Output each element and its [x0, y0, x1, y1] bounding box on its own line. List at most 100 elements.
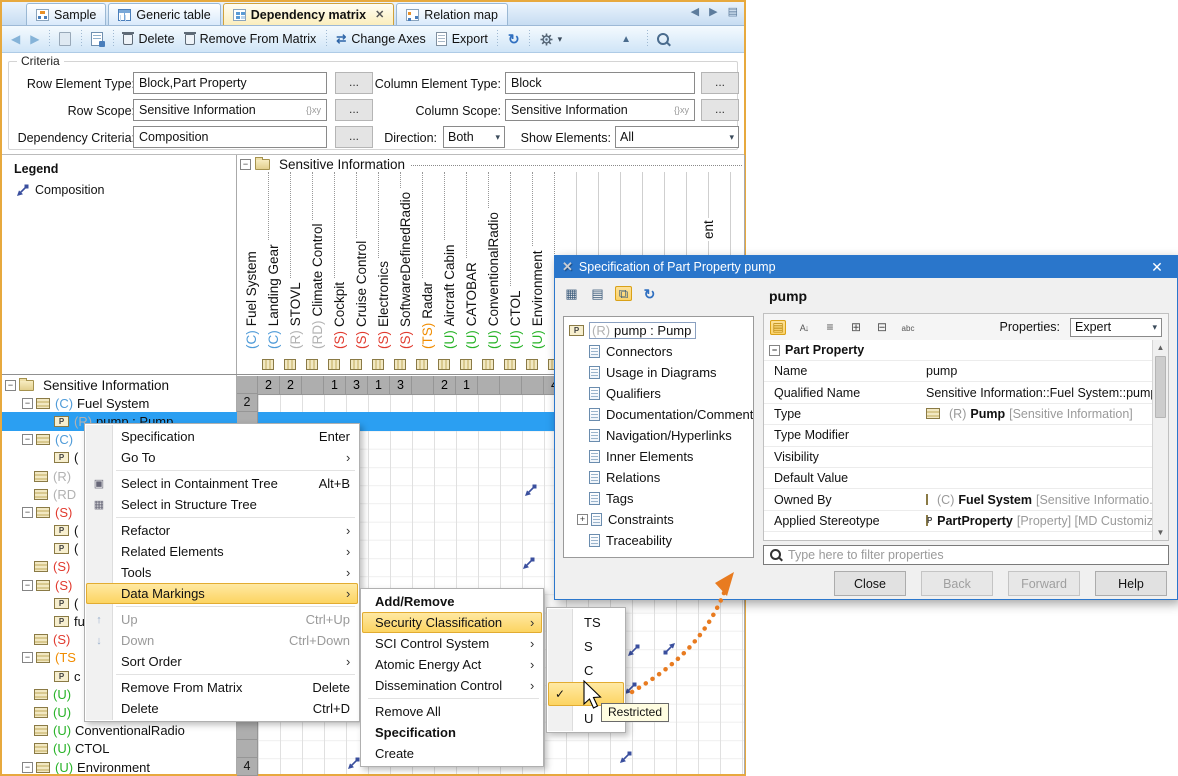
collapse-all-icon[interactable] [874, 320, 890, 335]
stack-view-icon[interactable] [615, 286, 632, 301]
expander-icon[interactable]: − [22, 507, 33, 518]
show-elements-select[interactable]: All▾ [615, 126, 739, 148]
dependency-criteria-browse-button[interactable]: ... [335, 126, 373, 148]
composition-arrow-icon[interactable] [663, 642, 676, 655]
search-button[interactable] [652, 30, 674, 48]
submenu-item[interactable]: Add/Remove [362, 591, 542, 612]
submenu-item[interactable]: Remove All [362, 701, 542, 722]
vertical-scrollbar[interactable]: ▲ ▼ [1152, 340, 1168, 540]
matrix-row[interactable]: − (C) Fuel System [2, 394, 236, 412]
property-value[interactable]: (C) Fuel System [Sensitive Informatio... [926, 493, 1153, 507]
property-row[interactable]: Owned By (C) Fuel System [Sensitive Info… [764, 489, 1153, 510]
dialog-tree-item[interactable]: Relations [564, 467, 753, 488]
context-menu-item[interactable]: Refactor › [86, 520, 358, 541]
dialog-tree-item[interactable]: Navigation/Hyperlinks [564, 425, 753, 446]
back-button[interactable]: ◀ [6, 29, 25, 49]
row-scope-browse-button[interactable]: ... [335, 99, 373, 121]
export-button[interactable]: Export [431, 29, 493, 49]
tab-scroll-left-icon[interactable]: ◀ [691, 5, 699, 18]
change-axes-button[interactable]: ⇄Change Axes [331, 29, 430, 49]
expander-icon[interactable]: − [5, 380, 16, 391]
dialog-tree-item[interactable]: + Constraints [564, 509, 753, 530]
dialog-tree-item[interactable]: Connectors [564, 341, 753, 362]
context-menu-item[interactable]: Delete Ctrl+D [86, 698, 358, 719]
row-scope-field[interactable]: Sensitive Information{}xy [133, 99, 327, 121]
row-element-type-field[interactable]: Block,Part Property [133, 72, 327, 94]
options-button[interactable]: ▾ [535, 30, 568, 49]
matrix-row[interactable]: (U) ConventionalRadio [2, 722, 236, 740]
document-tab[interactable]: Generic table [108, 3, 220, 25]
expander-icon[interactable]: − [22, 434, 33, 445]
delete-button[interactable]: Delete [118, 29, 179, 49]
property-row[interactable]: Applied Stereotype PartProperty [Propert… [764, 511, 1153, 532]
paste-button[interactable] [54, 29, 76, 49]
collapse-expander-icon[interactable]: − [769, 345, 780, 356]
scroll-up-icon[interactable]: ▲ [1153, 340, 1168, 355]
property-group-header[interactable]: − Part Property [764, 340, 1153, 361]
expander-icon[interactable]: − [22, 652, 33, 663]
context-menu-item[interactable]: Remove From Matrix Delete [86, 677, 358, 698]
row-element-type-browse-button[interactable]: ... [335, 72, 373, 94]
composition-arrow-icon[interactable] [627, 644, 640, 657]
direction-select[interactable]: Both▾ [443, 126, 505, 148]
column-scope-field[interactable]: Sensitive Information{}xy [505, 99, 695, 121]
property-value[interactable]: (R) Pump [Sensitive Information] [926, 407, 1153, 421]
dialog-button[interactable]: Back [921, 571, 993, 596]
close-icon[interactable]: ✕ [375, 8, 384, 21]
composition-arrow-icon[interactable] [522, 557, 535, 570]
expander-icon[interactable]: − [22, 762, 33, 773]
containment-view-icon[interactable] [589, 286, 606, 301]
collapse-criteria-button[interactable]: ▲ [616, 31, 636, 48]
property-row[interactable]: Name pump [764, 361, 1153, 382]
table-view-icon[interactable] [563, 286, 580, 301]
dialog-tree-item[interactable]: Traceability [564, 530, 753, 551]
expander-icon[interactable]: − [22, 580, 33, 591]
classification-menu-item[interactable]: C [548, 658, 624, 682]
classification-menu-item[interactable]: S [548, 634, 624, 658]
tab-list-icon[interactable]: ▤ [728, 5, 738, 18]
refresh-button[interactable]: ↻ [503, 30, 525, 48]
dependency-criteria-field[interactable]: Composition [133, 126, 327, 148]
remove-from-matrix-button[interactable]: Remove From Matrix [180, 29, 322, 49]
filter-properties-input[interactable] [763, 545, 1169, 565]
sort-alphabetically-icon[interactable] [796, 320, 812, 335]
tab-scroll-right-icon[interactable]: ▶ [709, 5, 717, 18]
dialog-tree-item[interactable]: Inner Elements [564, 446, 753, 467]
composition-arrow-icon[interactable] [524, 484, 537, 497]
context-menu-item[interactable]: Go To › [86, 447, 358, 468]
dialog-tree-item[interactable]: Usage in Diagrams [564, 362, 753, 383]
property-value[interactable]: PartProperty [Property] [MD Customiz [926, 514, 1153, 528]
dialog-tree-item[interactable]: Qualifiers [564, 383, 753, 404]
report-button[interactable] [86, 29, 108, 49]
close-icon[interactable]: ✕ [1144, 259, 1170, 276]
dialog-title-bar[interactable]: ✕ Specification of Part Property pump ✕ [555, 256, 1177, 278]
submenu-item[interactable]: SCI Control System › [362, 633, 542, 654]
dialog-tree-item[interactable]: Documentation/Comments [564, 404, 753, 425]
scrollbar-thumb[interactable] [1155, 356, 1166, 418]
dialog-button[interactable]: Close [834, 571, 906, 596]
composition-arrow-icon[interactable] [619, 751, 632, 764]
property-value[interactable]: pump [926, 364, 1153, 378]
refresh-icon[interactable]: ↻ [641, 286, 658, 301]
context-menu-item[interactable]: Data Markings › [86, 583, 358, 604]
abbreviate-icon[interactable] [900, 320, 916, 335]
property-row[interactable]: Qualified Name Sensitive Information::Fu… [764, 382, 1153, 403]
context-menu-item[interactable]: Select in Containment Tree Alt+B [86, 473, 358, 494]
composition-arrow-icon[interactable] [347, 757, 360, 770]
dialog-tree-item[interactable]: (R)pump : Pump [564, 320, 753, 341]
document-tab[interactable]: Sample [26, 3, 106, 25]
context-menu-item[interactable]: Down Ctrl+Down [86, 630, 358, 651]
context-menu-item[interactable]: Tools › [86, 562, 358, 583]
context-menu-item[interactable]: Up Ctrl+Up [86, 609, 358, 630]
context-menu-item[interactable]: Related Elements › [86, 541, 358, 562]
collapse-expander-icon[interactable]: − [240, 159, 251, 170]
submenu-item[interactable]: Security Classification › [362, 612, 542, 633]
property-row[interactable]: Visibility [764, 447, 1153, 468]
submenu-item[interactable]: Atomic Energy Act › [362, 654, 542, 675]
expand-all-icon[interactable] [848, 320, 864, 335]
dialog-button[interactable]: Forward [1008, 571, 1080, 596]
column-root-node[interactable]: − Sensitive Information [240, 157, 742, 172]
document-tab[interactable]: Dependency matrix ✕ [223, 3, 395, 25]
show-description-icon[interactable] [822, 320, 838, 335]
dialog-button[interactable]: Help [1095, 571, 1167, 596]
